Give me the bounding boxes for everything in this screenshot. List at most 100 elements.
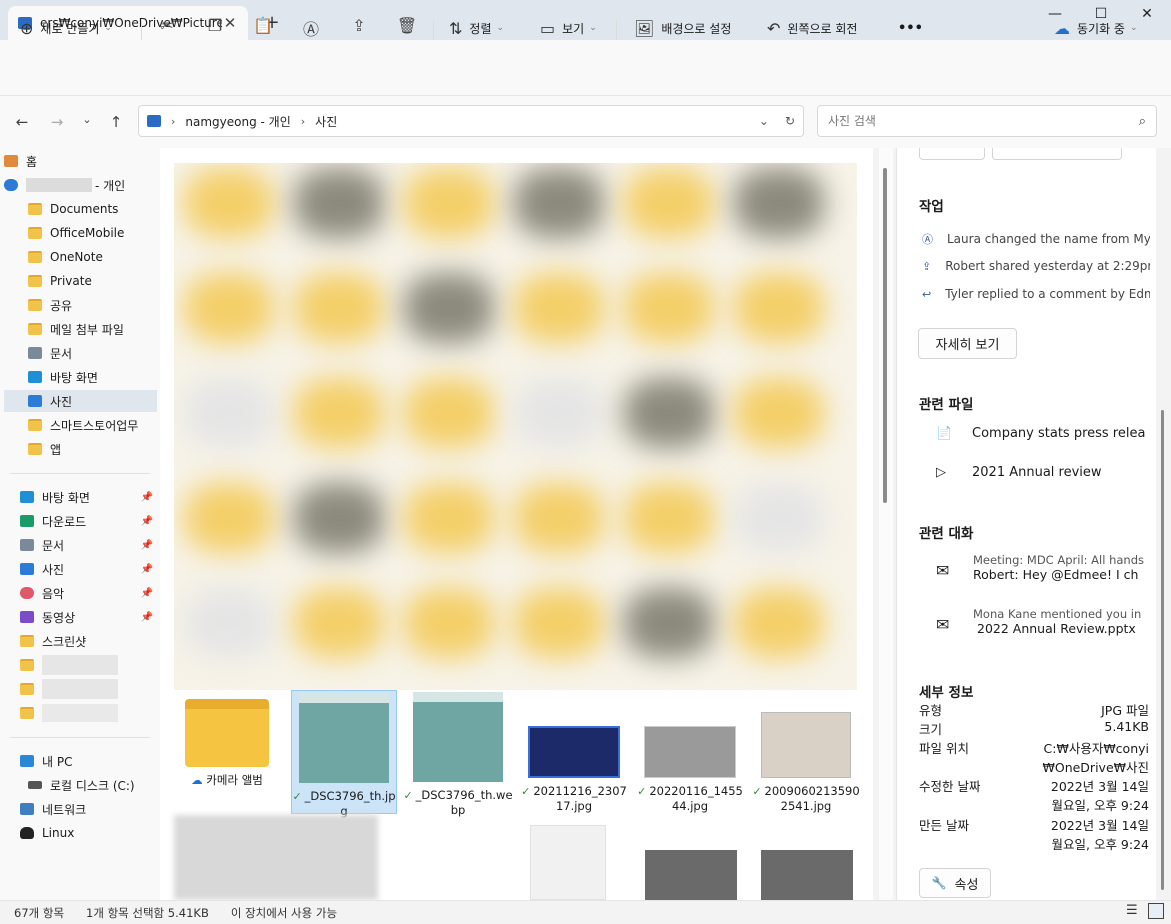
sidebar-item-private[interactable]: Private bbox=[28, 270, 156, 292]
detail-value: JPG 파일 bbox=[1101, 703, 1149, 718]
delete-icon[interactable]: 🗑 bbox=[396, 16, 418, 38]
share-icon[interactable]: ⇪ bbox=[348, 16, 370, 38]
plus-circle-icon: ⊕ bbox=[20, 18, 34, 38]
related-file-item[interactable]: 📄 Company stats press relea bbox=[936, 426, 1146, 441]
back-arrow-icon[interactable]: ← bbox=[13, 113, 31, 131]
file-thumbnail-generic[interactable] bbox=[530, 825, 606, 900]
conversation-item[interactable]: ✉ Mona Kane mentioned you in 2022 Annual… bbox=[936, 607, 1146, 643]
sort-button[interactable]: ⇅ 정렬 ⌄ bbox=[449, 12, 504, 44]
image-thumbnail bbox=[413, 692, 503, 782]
more-options-button[interactable]: ••• bbox=[898, 12, 923, 44]
cut-icon[interactable]: ✂ bbox=[156, 16, 178, 38]
sidebar-item-label: 공유 bbox=[50, 298, 73, 313]
address-bar[interactable]: › namgyeong - 개인 › 사진 ⌄ ↻ bbox=[138, 105, 804, 137]
blurred-thumbnail[interactable] bbox=[174, 815, 378, 900]
details-scrollbar-thumb[interactable] bbox=[1161, 410, 1164, 890]
sidebar-item-desktop[interactable]: 바탕 화면 📌 bbox=[20, 486, 157, 508]
sidebar-item-shared[interactable]: 공유 bbox=[28, 294, 156, 316]
sidebar-item-music[interactable]: 음악 📌 bbox=[20, 582, 157, 604]
search-box[interactable]: ⌕ bbox=[817, 105, 1157, 137]
sidebar-item-label: OneNote bbox=[50, 250, 103, 264]
cloud-icon bbox=[4, 179, 18, 191]
detail-row-location: 파일 위치 C:₩사용자₩conyi ₩OneDrive₩사진 bbox=[919, 738, 1149, 776]
activity-text: Laura changed the name from My fi bbox=[947, 232, 1150, 246]
file-item-20220116[interactable]: ✓ 20220116_145544.jpg bbox=[635, 690, 745, 814]
sidebar-item-apps[interactable]: 앱 bbox=[28, 438, 156, 460]
chevron-down-icon: ⌄ bbox=[589, 23, 597, 33]
sidebar-item-videos[interactable]: 동영상 📌 bbox=[20, 606, 157, 628]
sidebar-item-smartstore[interactable]: 스마트스토어업무 bbox=[28, 414, 156, 436]
file-item-dsc3796-jpg[interactable]: ✓ _DSC3796_th.jpg bbox=[291, 690, 397, 818]
sidebar-item-redacted[interactable] bbox=[20, 678, 157, 700]
sidebar-item-documents[interactable]: Documents bbox=[28, 198, 156, 220]
sidebar-item-desktop-od[interactable]: 바탕 화면 bbox=[28, 366, 156, 388]
sidebar-item-onedrive[interactable]: - 개인 bbox=[4, 174, 157, 196]
sidebar-item-mail-attachments[interactable]: 메일 첨부 파일 bbox=[28, 318, 156, 340]
file-item-camera-album[interactable]: ☁ 카메라 앨범 bbox=[172, 695, 282, 788]
partial-button[interactable] bbox=[919, 148, 985, 160]
file-item-20211216[interactable]: ✓ 20211216_230717.jpg bbox=[519, 690, 629, 814]
image-thumbnail bbox=[299, 693, 389, 783]
sidebar-item-this-pc[interactable]: 내 PC bbox=[20, 750, 157, 772]
sidebar-item-home[interactable]: 홈 bbox=[4, 150, 157, 172]
sidebar-item-docs[interactable]: 문서 bbox=[28, 342, 156, 364]
image-thumbnail[interactable] bbox=[645, 850, 737, 900]
sidebar-item-linux[interactable]: Linux bbox=[20, 822, 157, 844]
folder-icon bbox=[28, 203, 42, 215]
sync-status-button[interactable]: ☁ 동기화 중 ⌄ bbox=[1054, 12, 1138, 44]
breadcrumb-namgyeong[interactable]: namgyeong - 개인 bbox=[185, 113, 290, 130]
file-item-dsc3796-webp[interactable]: ✓ _DSC3796_th.webp bbox=[403, 690, 513, 818]
file-item-20090602[interactable]: ✓ 20090602135902541.jpg bbox=[751, 690, 861, 814]
sidebar-item-local-disk[interactable]: 로컬 디스크 (C:) bbox=[28, 774, 156, 796]
chevron-down-icon: ⌄ bbox=[1129, 23, 1138, 33]
paste-icon[interactable]: 📋 bbox=[252, 16, 274, 38]
sidebar-item-redacted[interactable] bbox=[20, 654, 157, 676]
mail-icon: ✉ bbox=[936, 615, 950, 634]
breadcrumb-pictures[interactable]: 사진 bbox=[315, 113, 337, 130]
partial-button[interactable] bbox=[992, 148, 1122, 160]
conversation-item[interactable]: ✉ Meeting: MDC April: All hands Robert: … bbox=[936, 553, 1146, 589]
up-arrow-icon[interactable]: ↑ bbox=[107, 113, 125, 131]
document-icon bbox=[28, 347, 42, 359]
conversation-title: Meeting: MDC April: All hands bbox=[973, 553, 1145, 567]
copy-icon[interactable]: ❐ bbox=[204, 16, 226, 38]
sidebar-item-screenshots[interactable]: 스크린샷 bbox=[20, 630, 157, 652]
address-dropdown-icon[interactable]: ⌄ bbox=[759, 114, 769, 128]
related-file-item[interactable]: ▷ 2021 Annual review bbox=[936, 465, 1146, 480]
sidebar-item-network[interactable]: 네트워크 bbox=[20, 798, 157, 820]
forward-arrow-icon[interactable]: → bbox=[48, 113, 66, 131]
image-thumbnail[interactable] bbox=[761, 850, 853, 900]
detail-label: 크기 bbox=[919, 722, 943, 737]
sidebar-item-downloads[interactable]: 다운로드 📌 bbox=[20, 510, 157, 532]
recent-chevron-icon[interactable]: ⌄ bbox=[78, 113, 96, 126]
properties-button[interactable]: 🔧 속성 bbox=[919, 868, 991, 898]
view-button[interactable]: ▭ 보기 ⌄ bbox=[540, 12, 597, 44]
refresh-icon[interactable]: ↻ bbox=[785, 114, 795, 128]
sidebar-item-redacted[interactable] bbox=[20, 702, 157, 724]
activity-item[interactable]: Ⓐ Laura changed the name from My fi bbox=[922, 231, 1150, 247]
sidebar-item-pictures[interactable]: 사진 bbox=[4, 390, 157, 412]
rename-icon[interactable]: Ⓐ bbox=[300, 16, 322, 39]
search-input[interactable] bbox=[828, 114, 1139, 128]
folder-icon bbox=[20, 659, 34, 671]
details-view-icon[interactable]: ☰ bbox=[1126, 903, 1142, 919]
sidebar-item-onenote[interactable]: OneNote bbox=[28, 246, 156, 268]
command-bar bbox=[0, 40, 1171, 96]
tiles-view-icon[interactable] bbox=[1148, 903, 1164, 919]
detail-label: 유형 bbox=[919, 703, 943, 718]
see-more-button[interactable]: 자세히 보기 bbox=[918, 328, 1017, 359]
availability-status: 이 장치에서 사용 가능 bbox=[230, 905, 338, 920]
sidebar-item-label: - 개인 bbox=[95, 178, 126, 193]
set-background-button[interactable]: 🖼 배경으로 설정 bbox=[634, 12, 731, 44]
activity-item[interactable]: ↩ Tyler replied to a comment by Edme bbox=[922, 287, 1150, 301]
sidebar-item-documents-pinned[interactable]: 문서 📌 bbox=[20, 534, 157, 556]
activity-item[interactable]: ⇪ Robert shared yesterday at 2:29pm bbox=[922, 259, 1150, 273]
new-button[interactable]: ⊕ 새로 만들기 ⌄ bbox=[20, 12, 112, 44]
sidebar-item-pictures-pinned[interactable]: 사진 📌 bbox=[20, 558, 157, 580]
scrollbar-thumb[interactable] bbox=[883, 168, 887, 503]
sort-icon: ⇅ bbox=[449, 18, 463, 38]
file-name: 20220116_145544.jpg bbox=[649, 784, 743, 813]
pictures-icon bbox=[147, 115, 161, 127]
sidebar-item-officemobile[interactable]: OfficeMobile bbox=[28, 222, 156, 244]
rotate-left-button[interactable]: ↶ 왼쪽으로 회전 bbox=[767, 12, 857, 44]
